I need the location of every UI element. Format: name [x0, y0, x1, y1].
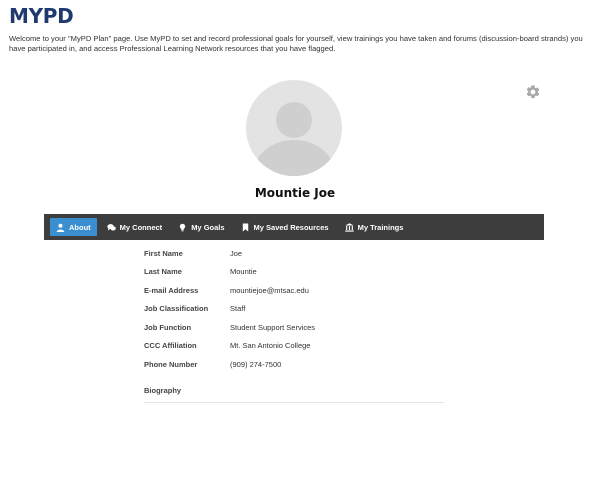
- field-label: First Name: [144, 248, 183, 258]
- field-value: Joe: [230, 248, 243, 258]
- avatar: [246, 80, 342, 176]
- field-value: (909) 274-7500: [230, 359, 282, 369]
- biography-label: Biography: [144, 386, 182, 395]
- field-value: Mountie: [230, 267, 257, 277]
- profile-name: Mountie Joe: [254, 186, 336, 200]
- field-last-name: Last Name Mountie: [144, 263, 444, 282]
- user-silhouette-icon: [254, 102, 334, 176]
- field-label: Job Function: [144, 322, 192, 332]
- tab-about[interactable]: About: [50, 218, 97, 236]
- field-first-name: First Name Joe: [144, 244, 444, 263]
- lightbulb-icon: [179, 223, 186, 231]
- field-label: Job Classification: [144, 304, 209, 314]
- institution-icon: [344, 222, 354, 232]
- tab-my-goals[interactable]: My Goals: [172, 218, 230, 236]
- field-job-function: Job Function Student Support Services: [144, 318, 444, 337]
- field-phone-number: Phone Number (909) 274-7500: [144, 355, 444, 374]
- field-value: Mt. San Antonio College: [230, 341, 311, 351]
- field-label: Phone Number: [144, 359, 198, 369]
- tab-label: My Trainings: [357, 222, 404, 232]
- field-label: CCC Affiliation: [144, 341, 197, 351]
- intro-text: Welcome to your "MyPD Plan" page. Use My…: [9, 34, 583, 53]
- profile-details: First Name Joe Last Name Mountie E-mail …: [144, 244, 444, 374]
- tab-my-saved-resources[interactable]: My Saved Resources: [235, 218, 335, 236]
- field-value: mountiejoe@mtsac.edu: [230, 285, 309, 295]
- field-label: Last Name: [144, 267, 182, 277]
- field-value: Student Support Services: [230, 322, 316, 332]
- tab-label: My Saved Resources: [253, 222, 329, 232]
- chat-bubbles-icon: [107, 223, 116, 231]
- user-icon: [56, 223, 65, 232]
- field-ccc-affiliation: CCC Affiliation Mt. San Antonio College: [144, 337, 444, 356]
- tab-label: My Goals: [191, 222, 225, 232]
- tab-label: About: [69, 222, 91, 232]
- tab-label: My Connect: [119, 222, 163, 232]
- field-job-classification: Job Classification Staff: [144, 300, 444, 319]
- field-value: Staff: [230, 304, 246, 314]
- field-label: E-mail Address: [144, 285, 199, 295]
- profile-tab-bar: About My Connect My Goals My Saved Resou…: [44, 214, 544, 240]
- field-email: E-mail Address mountiejoe@mtsac.edu: [144, 281, 444, 300]
- bookmark-icon: [242, 222, 248, 232]
- gear-icon[interactable]: [525, 84, 541, 100]
- tab-my-trainings[interactable]: My Trainings: [339, 218, 410, 236]
- tab-my-connect[interactable]: My Connect: [101, 218, 169, 236]
- biography-divider: [144, 402, 444, 403]
- page-title: MYPD: [9, 4, 74, 28]
